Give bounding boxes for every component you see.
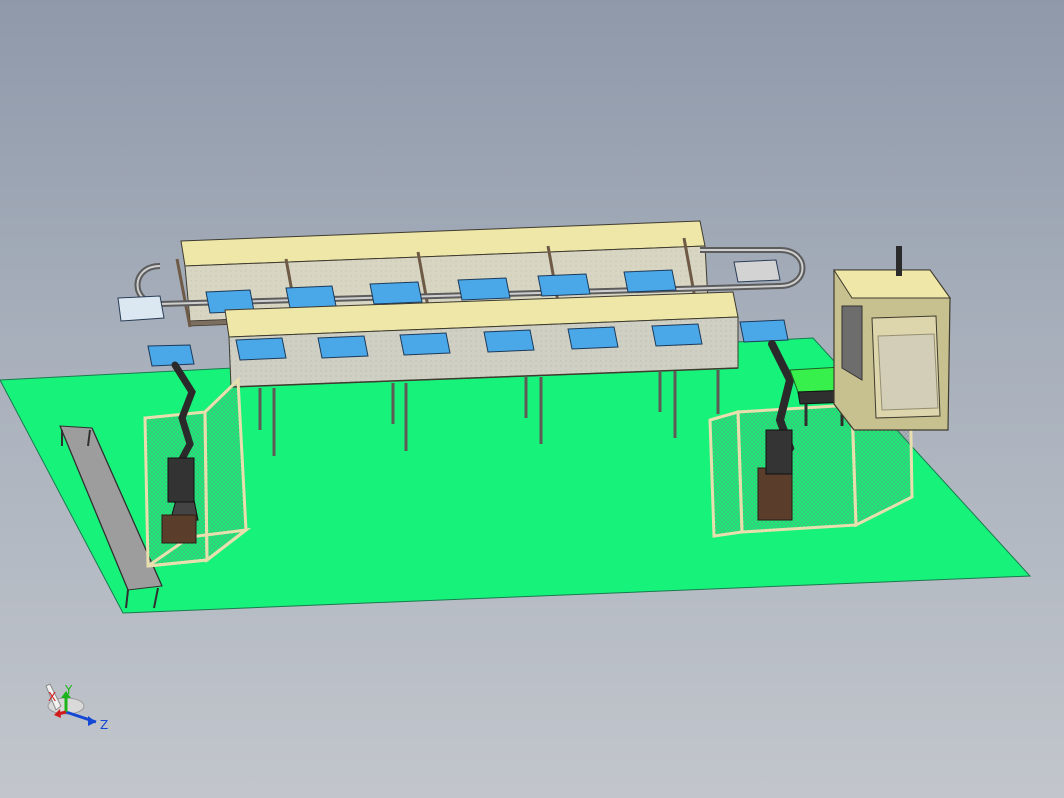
cad-viewport[interactable]: X Y Z (0, 0, 1064, 798)
coordinate-triad: X Y Z (45, 683, 108, 732)
triad-y-label: Y (64, 683, 73, 697)
cad-scene[interactable]: X Y Z (0, 0, 1064, 798)
triad-z-label: Z (100, 718, 108, 732)
machine-enclosure (833, 246, 951, 431)
triad-x-label: X (48, 690, 56, 704)
